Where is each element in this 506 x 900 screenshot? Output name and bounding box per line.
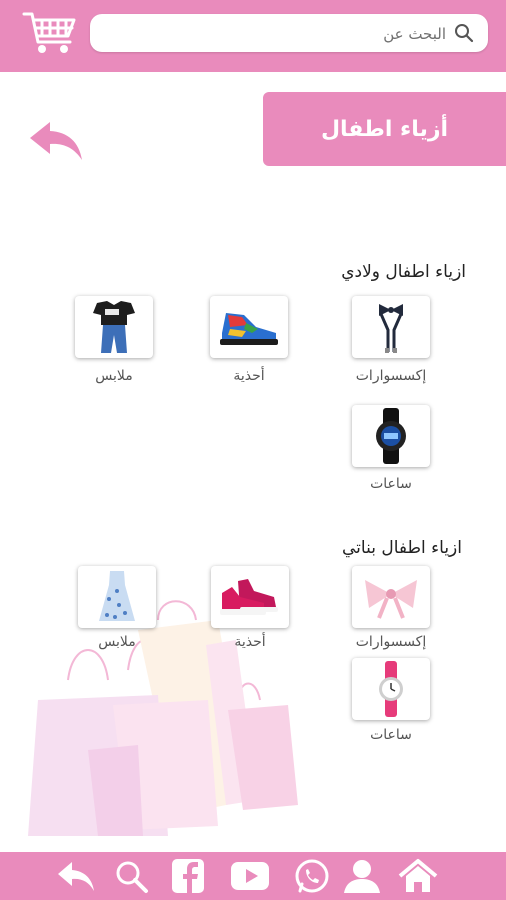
bottom-nav (0, 852, 506, 900)
sneaker-image (220, 313, 278, 345)
label-girls-watches: ساعات (370, 727, 412, 743)
tile-girls-watches[interactable] (352, 658, 430, 720)
youtube-icon[interactable] (230, 858, 270, 894)
label-boys-watches: ساعات (370, 476, 412, 492)
search-input[interactable] (144, 14, 448, 54)
label-girls-accessories: إكسسوارات (355, 634, 427, 650)
floral-dress-image (99, 571, 135, 621)
tile-boys-clothes[interactable] (75, 296, 153, 358)
page-title: أزياء اطفال (263, 92, 506, 166)
home-icon[interactable] (398, 858, 438, 894)
label-boys-shoes: أحذية (233, 368, 265, 384)
label-girls-shoes: أحذية (234, 634, 266, 650)
search-bar[interactable] (90, 14, 488, 54)
top-bar (0, 0, 506, 72)
digital-watch-image (376, 408, 406, 464)
back-arrow-icon[interactable] (28, 118, 84, 162)
label-girls-clothes: ملابس (98, 634, 136, 650)
tile-girls-shoes[interactable] (211, 566, 289, 628)
label-boys-clothes: ملابس (95, 368, 133, 384)
section-title-boys: ازياء اطفال ولادي (341, 262, 466, 282)
hair-bow-image (365, 580, 417, 619)
whatsapp-icon[interactable] (292, 858, 332, 894)
facebook-icon[interactable] (168, 858, 208, 894)
tile-boys-shoes[interactable] (210, 296, 288, 358)
shopping-cart-icon[interactable] (22, 10, 78, 56)
pink-watch-image (379, 661, 403, 717)
reply-arrow-icon[interactable] (56, 858, 96, 894)
suspenders-bowtie-image (379, 304, 403, 353)
search-icon[interactable] (454, 23, 474, 43)
tshirt-jeans-image (93, 301, 135, 353)
tile-boys-accessories[interactable] (352, 296, 430, 358)
label-boys-accessories: إكسسوارات (355, 368, 427, 384)
tile-girls-clothes[interactable] (78, 566, 156, 628)
profile-icon[interactable] (342, 858, 382, 894)
tile-boys-watches[interactable] (352, 405, 430, 467)
pink-sneaker-image (220, 579, 278, 615)
search-icon[interactable] (112, 858, 152, 894)
section-title-girls: ازياء اطفال بناتي (342, 538, 462, 558)
tile-girls-accessories[interactable] (352, 566, 430, 628)
